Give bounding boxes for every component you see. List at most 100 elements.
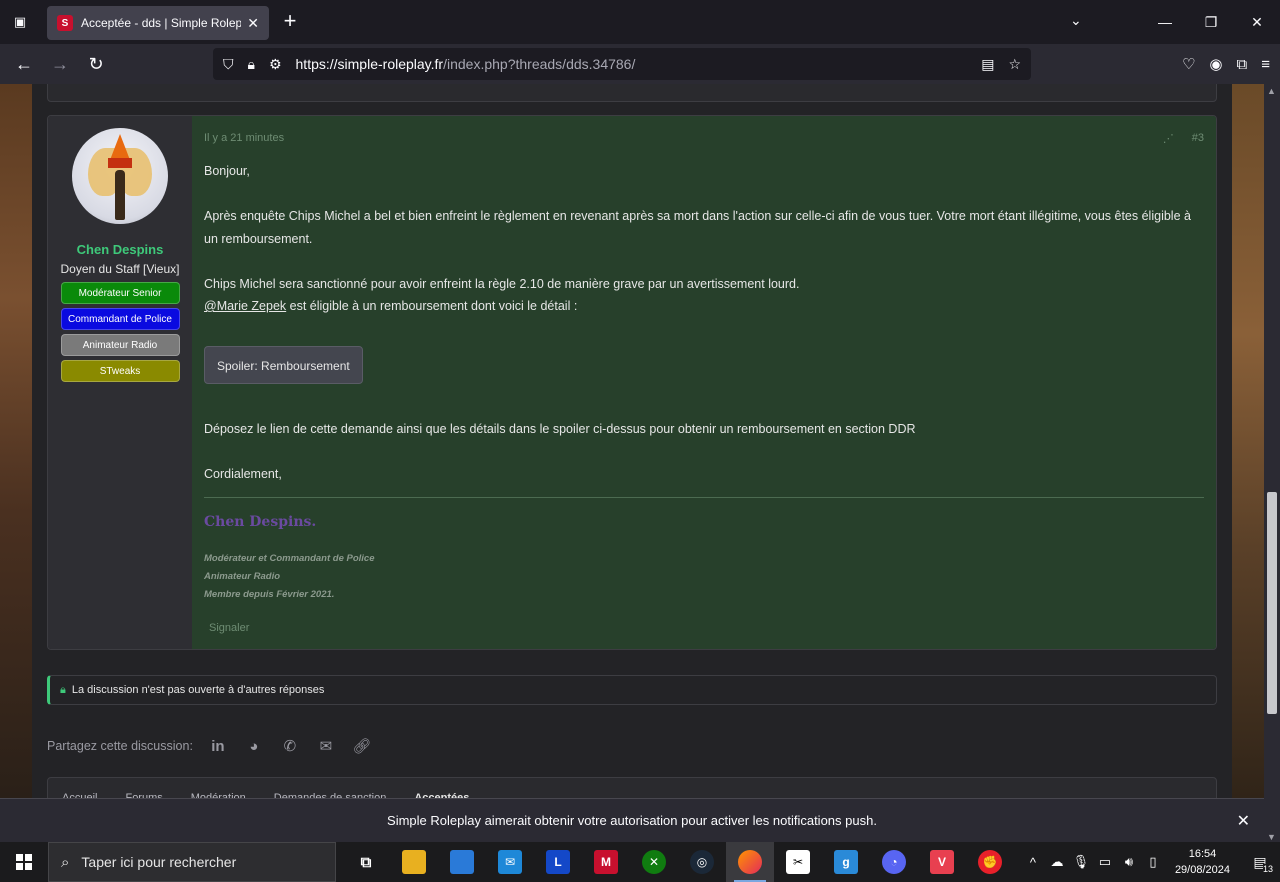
network-icon[interactable]: ▭ bbox=[1093, 854, 1117, 870]
url-text[interactable]: https://simple-roleplay.fr/index.php?thr… bbox=[296, 56, 636, 72]
mail-icon[interactable]: ✉ bbox=[486, 842, 534, 882]
close-tab-icon[interactable]: ✕ bbox=[247, 15, 259, 32]
pocket-icon[interactable]: ♡ bbox=[1182, 55, 1195, 73]
address-bar[interactable]: ⛉ 🔒︎ ⚙ https://simple-roleplay.fr/index.… bbox=[213, 48, 1031, 80]
browser-tab-bar: ▣ S Acceptée - dds | Simple Roleplay ✕ +… bbox=[0, 0, 1280, 44]
back-icon[interactable]: ← bbox=[6, 48, 42, 80]
xbox-icon[interactable]: ✕ bbox=[630, 842, 678, 882]
tray-chevron-icon[interactable]: ^ bbox=[1021, 855, 1045, 870]
browser-navigation-bar: ← → ↻ ⛉ 🔒︎ ⚙ https://simple-roleplay.fr/… bbox=[0, 44, 1280, 84]
post-time[interactable]: Il y a 21 minutes bbox=[204, 132, 284, 144]
windows-taskbar: ⌕ Taper ici pour rechercher ⧉ ✉ L M ✕ ◎ … bbox=[0, 842, 1280, 882]
previous-post bbox=[47, 84, 1217, 102]
lock-icon: 🔒︎ bbox=[60, 683, 66, 696]
tab-list-icon[interactable]: ▣ bbox=[0, 0, 40, 44]
restore-icon[interactable]: ❐ bbox=[1188, 14, 1234, 31]
search-icon: ⌕ bbox=[61, 853, 70, 871]
user-mention-link[interactable]: @Marie Zepek bbox=[204, 299, 286, 313]
site-favicon-icon: S bbox=[57, 15, 73, 31]
report-link[interactable]: Signaler bbox=[209, 622, 249, 634]
link-icon[interactable]: 🔗︎ bbox=[351, 735, 373, 757]
volume-icon[interactable]: 🔊︎ bbox=[1117, 854, 1141, 870]
page-background-right bbox=[1232, 84, 1264, 798]
active-tab[interactable]: S Acceptée - dds | Simple Roleplay ✕ bbox=[47, 6, 269, 40]
account-icon[interactable]: ◉ bbox=[1209, 55, 1222, 73]
post-body: Il y a 21 minutes ⋰ #3 Bonjour, Après en… bbox=[192, 116, 1216, 649]
forward-icon[interactable]: → bbox=[42, 48, 78, 80]
linkedin-icon[interactable]: in bbox=[207, 735, 229, 757]
author-name[interactable]: Chen Despins bbox=[77, 242, 164, 257]
permissions-icon[interactable]: ⚙ bbox=[269, 56, 282, 73]
whatsapp-icon[interactable]: ✆ bbox=[279, 735, 301, 757]
onedrive-icon[interactable]: ☁ bbox=[1045, 854, 1069, 870]
push-notification-prompt: Simple Roleplay aimerait obtenir votre a… bbox=[0, 798, 1264, 842]
tab-title: Acceptée - dds | Simple Roleplay bbox=[81, 16, 242, 30]
forum-post: Chen Despins Doyen du Staff [Vieux] Modé… bbox=[47, 115, 1217, 650]
microphone-icon[interactable]: 🎙︎ bbox=[1069, 854, 1093, 870]
author-badges: Modérateur Senior Commandant de Police Ani… bbox=[60, 278, 180, 382]
share-thread: Partagez cette discussion: in ◕ ✆ ✉ 🔗︎ bbox=[47, 735, 373, 757]
meet-icon[interactable]: ▯ bbox=[1141, 854, 1165, 870]
mcafee-icon[interactable]: M bbox=[582, 842, 630, 882]
post-message: Bonjour, Après enquête Chips Michel a be… bbox=[204, 160, 1204, 486]
microsoft-store-icon[interactable] bbox=[438, 842, 486, 882]
window-controls: — ❐ ✕ bbox=[1142, 0, 1280, 44]
avatar[interactable] bbox=[72, 128, 168, 224]
author-badge: Modérateur Senior bbox=[60, 282, 180, 304]
spoiler-button[interactable]: Spoiler: Remboursement bbox=[204, 346, 363, 384]
lock-icon[interactable]: 🔒︎ bbox=[248, 56, 255, 73]
taskbar-apps: ⧉ ✉ L M ✕ ◎ ✂ g ◔ V ✊ bbox=[342, 842, 1014, 882]
discord-icon[interactable]: ◔ bbox=[870, 842, 918, 882]
menu-icon[interactable]: ≡ bbox=[1261, 56, 1270, 73]
capcut-icon[interactable]: ✂ bbox=[774, 842, 822, 882]
system-tray: ^ ☁ 🎙︎ ▭ 🔊︎ ▯ 16:54 29/08/2024 ▤ 13 bbox=[1021, 842, 1280, 882]
riot-icon[interactable]: ✊ bbox=[966, 842, 1014, 882]
signature-divider bbox=[204, 496, 1204, 498]
start-button[interactable] bbox=[0, 842, 48, 882]
search-placeholder: Taper ici pour rechercher bbox=[81, 854, 237, 870]
new-tab-button[interactable]: + bbox=[278, 10, 302, 34]
signature-lines: Modérateur et Commandant de Police Anima… bbox=[204, 552, 375, 600]
post-number[interactable]: #3 bbox=[1192, 132, 1204, 145]
notification-center-icon[interactable]: ▤ 13 bbox=[1240, 854, 1280, 874]
email-icon[interactable]: ✉ bbox=[315, 735, 337, 757]
valorant-icon[interactable]: V bbox=[918, 842, 966, 882]
web-page: Chen Despins Doyen du Staff [Vieux] Modé… bbox=[0, 84, 1264, 798]
greeting: Bonjour, bbox=[204, 164, 250, 178]
extensions-icon[interactable]: ⧉ bbox=[1237, 56, 1248, 73]
l-app-icon[interactable]: L bbox=[534, 842, 582, 882]
author-badge: Commandant de Police bbox=[60, 308, 180, 330]
scroll-up-icon[interactable]: ▲ bbox=[1267, 86, 1276, 96]
task-view-icon[interactable]: ⧉ bbox=[342, 842, 390, 882]
paragraph-2: Chips Michel sera sanctionné pour avoir … bbox=[204, 276, 800, 291]
paragraph-1: Après enquête Chips Michel a bel et bien… bbox=[204, 209, 1191, 246]
scrollbar-thumb[interactable] bbox=[1267, 492, 1277, 714]
author-title: Doyen du Staff [Vieux] bbox=[60, 262, 180, 276]
clock[interactable]: 16:54 29/08/2024 bbox=[1175, 846, 1230, 878]
minimize-icon[interactable]: — bbox=[1142, 14, 1188, 30]
firefox-icon[interactable] bbox=[726, 842, 774, 882]
reader-view-icon[interactable]: ▤ bbox=[981, 56, 994, 73]
page-scrollbar[interactable]: ▲ ▼ bbox=[1264, 84, 1280, 844]
close-window-icon[interactable]: ✕ bbox=[1234, 14, 1280, 31]
taskbar-search[interactable]: ⌕ Taper ici pour rechercher bbox=[48, 842, 336, 882]
bookmark-star-icon[interactable]: ☆ bbox=[1008, 56, 1021, 73]
reload-icon[interactable]: ↻ bbox=[78, 48, 114, 80]
shield-icon[interactable]: ⛉ bbox=[223, 56, 234, 73]
chevron-down-icon[interactable]: ⌄ bbox=[1070, 12, 1082, 29]
notification-prompt-text: Simple Roleplay aimerait obtenir votre a… bbox=[387, 813, 877, 828]
breadcrumb: Accueil Forums Modération Demandes de sanct… bbox=[47, 777, 1217, 798]
author-badge: Animateur Radio bbox=[60, 334, 180, 356]
post-meta: Il y a 21 minutes ⋰ #3 bbox=[204, 116, 1204, 160]
g-app-icon[interactable]: g bbox=[822, 842, 870, 882]
reddit-icon[interactable]: ◕ bbox=[243, 735, 265, 757]
share-label: Partagez cette discussion: bbox=[47, 739, 193, 753]
close-icon[interactable]: ✕ bbox=[1237, 811, 1250, 831]
scroll-down-icon[interactable]: ▼ bbox=[1267, 832, 1276, 842]
steam-icon[interactable]: ◎ bbox=[678, 842, 726, 882]
thread-locked-notice: 🔒︎ La discussion n'est pas ouverte à d'a… bbox=[47, 675, 1217, 705]
file-explorer-icon[interactable] bbox=[390, 842, 438, 882]
share-post-icon[interactable]: ⋰ bbox=[1163, 132, 1174, 145]
post-author-panel: Chen Despins Doyen du Staff [Vieux] Modé… bbox=[48, 116, 192, 649]
signature-name: Chen Despins. bbox=[204, 513, 317, 530]
